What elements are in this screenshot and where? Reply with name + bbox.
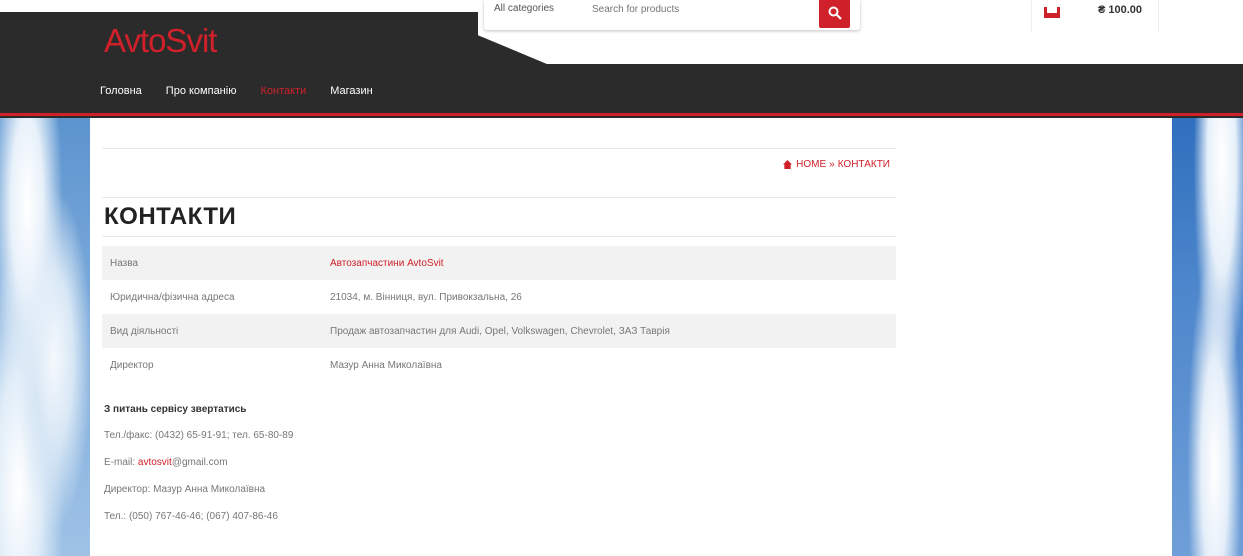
search-category-select[interactable]: All categories [494,3,554,14]
table-cell-label: Директор [110,359,154,371]
breadcrumb-separator: » [829,159,835,170]
table-row: Директор Мазур Анна Миколаївна [102,348,896,382]
company-info-table: Назва Автозапчастини AvtoSvit Юридична/ф… [102,246,896,382]
service-phone-fax: Тел./факс: (0432) 65-91-91; тел. 65-80-8… [104,430,294,441]
search-button[interactable] [819,0,850,28]
table-cell-value: Продаж автозапчастин для Audi, Opel, Vol… [322,314,896,348]
cart-icon [1044,7,1060,18]
nav-item-home[interactable]: Головна [100,85,142,97]
home-icon [783,160,793,169]
breadcrumb-current: КОНТАКТИ [837,159,890,170]
nav-item-contacts[interactable]: Контакти [260,85,306,97]
breadcrumb-home[interactable]: HOME [796,159,826,170]
nav-item-about[interactable]: Про компанію [166,85,237,97]
email-link[interactable]: avtosvit [138,457,172,468]
nav-item-shop[interactable]: Магазин [330,85,372,97]
breadcrumb: HOME » КОНТАКТИ [783,159,890,170]
service-director: Директор: Мазур Анна Миколаївна [104,484,266,495]
table-cell-value-link[interactable]: Автозапчастини AvtoSvit [322,246,896,280]
table-cell-label: Юридична/фізична адреса [110,291,235,303]
email-prefix: E-mail: [104,457,138,468]
table-cell-value: 21034, м. Вінниця, вул. Привокзальна, 26 [330,291,522,303]
table-cell-value: Мазур Анна Миколаївна [330,359,442,371]
background-sky-right [1172,118,1243,556]
table-cell-label: Вид діяльності [102,314,322,348]
service-heading: З питань сервісу звертатись [104,404,247,415]
background-sky-left [0,118,90,556]
search-icon [828,6,842,20]
email-suffix: @gmail.com [171,457,228,468]
service-email: E-mail: avtosvit@gmail.com [104,457,293,484]
search-bar: All categories [484,0,860,30]
table-row: Вид діяльності Продаж автозапчастин для … [102,314,896,348]
header-divider [0,113,1243,116]
page-title: КОНТАКТИ [104,203,237,230]
table-row: Назва Автозапчастини AvtoSvit [102,246,896,280]
service-contacts: З питань сервісу звертатись Тел./факс: (… [104,404,293,538]
service-tel: Тел.: (050) 767-46-46; (067) 407-86-46 [104,511,278,522]
cart-total: ₴ 100.00 [1098,4,1143,16]
table-row: Юридична/фізична адреса 21034, м. Вінниц… [102,280,896,314]
table-cell-label: Назва [102,246,322,280]
site-logo[interactable]: AvtoSvit [104,22,217,60]
search-input[interactable] [592,2,802,16]
title-divider [102,236,896,237]
breadcrumb-bar: HOME » КОНТАКТИ [102,148,896,198]
cart-widget[interactable]: ₴ 100.00 [1031,0,1159,32]
site-header: AvtoSvit All categories ₴ 100.00 Головна… [0,0,1243,118]
